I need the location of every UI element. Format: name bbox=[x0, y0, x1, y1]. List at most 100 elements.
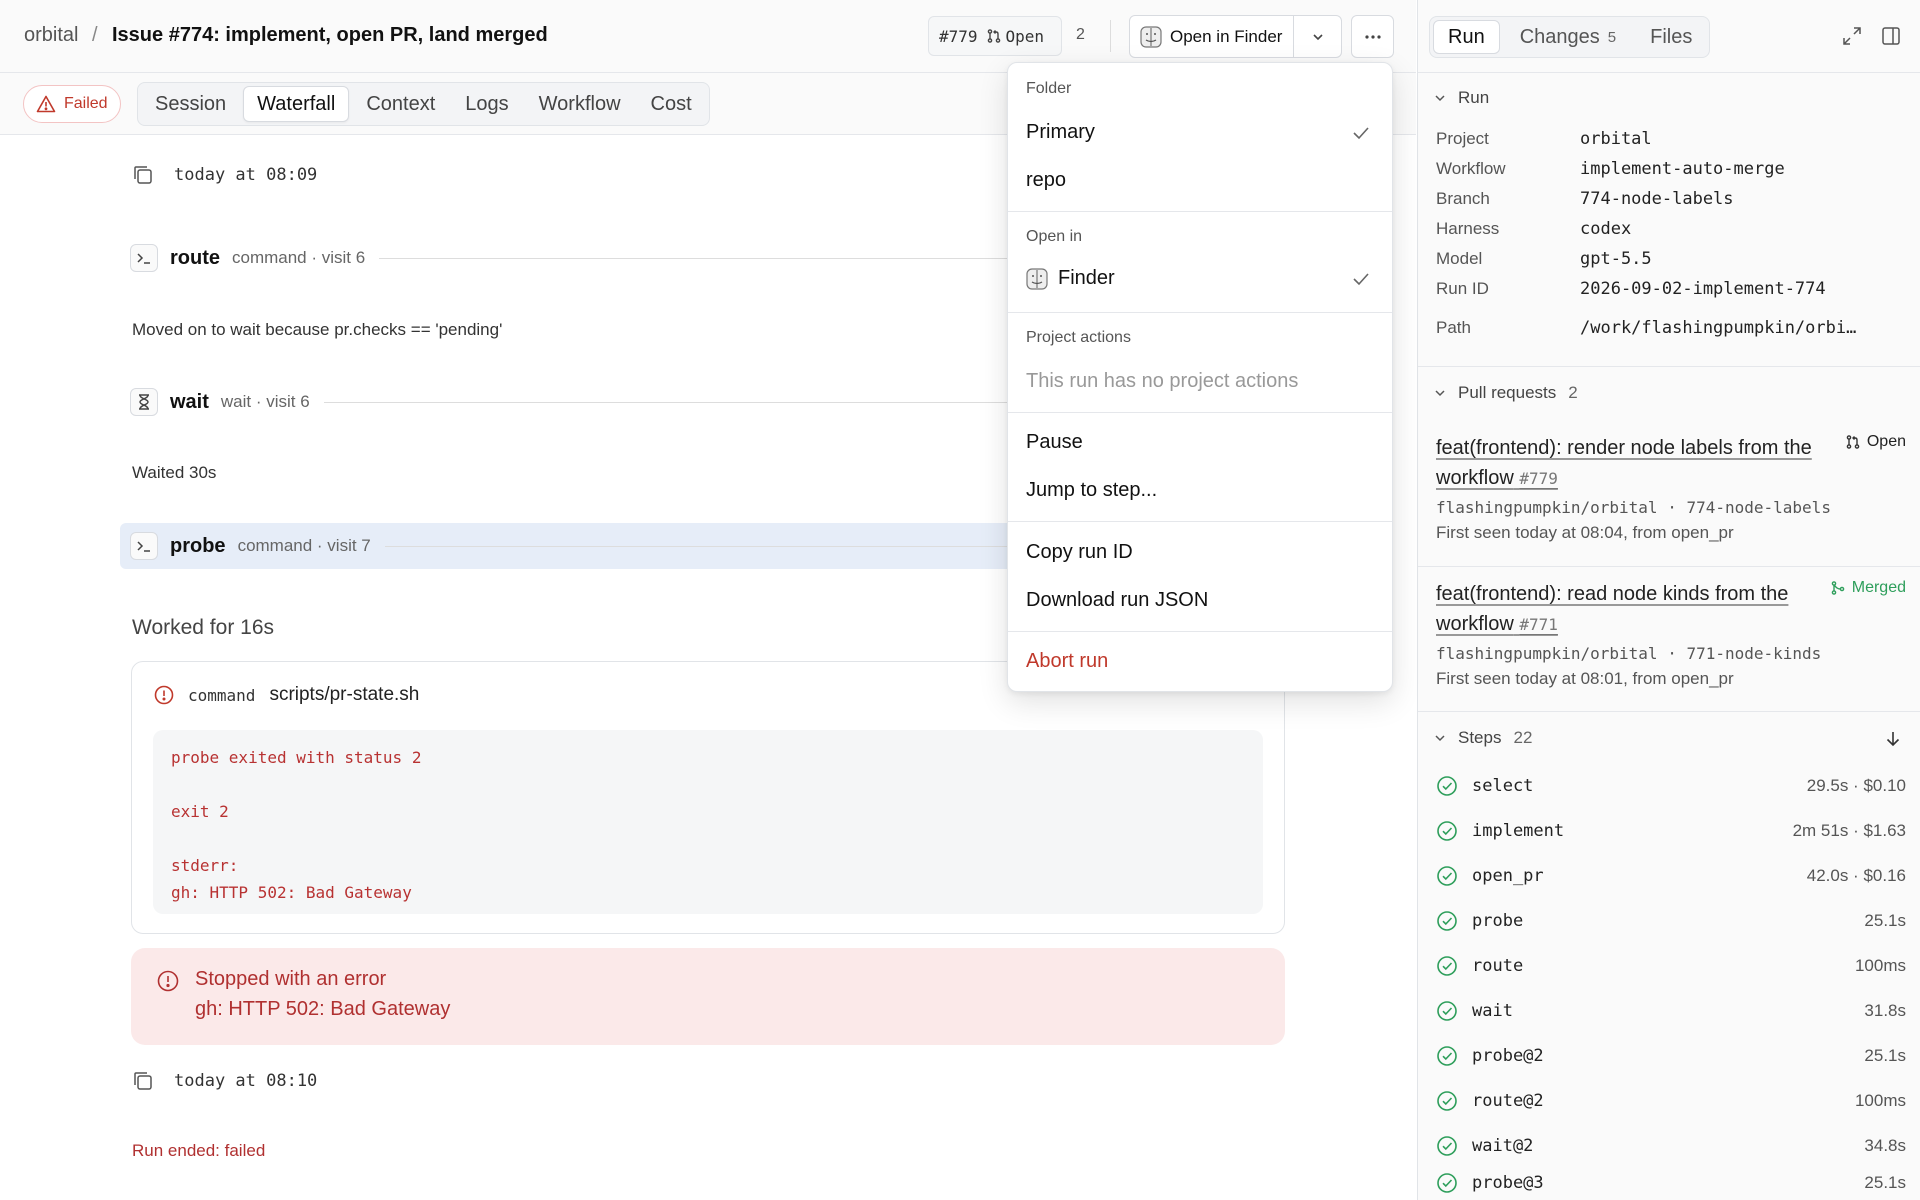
more-actions-button[interactable] bbox=[1351, 15, 1394, 58]
step-row[interactable]: route@2 100ms bbox=[1436, 1086, 1906, 1116]
copy-icon[interactable] bbox=[132, 164, 154, 186]
menu-divider bbox=[1008, 631, 1392, 632]
step-row[interactable]: select 29.5s · $0.10 bbox=[1436, 771, 1906, 801]
terminal-icon bbox=[130, 532, 158, 560]
field-value: codex bbox=[1580, 219, 1632, 239]
node-route[interactable]: route command · visit 6 bbox=[130, 244, 1030, 272]
end-time: today at 08:10 bbox=[174, 1071, 318, 1091]
check-circle-icon bbox=[1436, 1045, 1458, 1067]
step-row[interactable]: probe@3 25.1s bbox=[1436, 1168, 1906, 1198]
menu-item-label: Abort run bbox=[1026, 650, 1109, 672]
copy-icon[interactable] bbox=[132, 1070, 154, 1092]
step-row[interactable]: route 100ms bbox=[1436, 951, 1906, 981]
pr-title-link[interactable]: feat(frontend): read node kinds from the… bbox=[1436, 579, 1816, 640]
step-duration: 42.0s · $0.16 bbox=[1806, 866, 1906, 885]
run-section-header[interactable]: Run bbox=[1434, 88, 1489, 108]
pr-chip[interactable]: #779 Open bbox=[928, 16, 1062, 56]
field-value[interactable]: /work/flashingpumpkin/orbi… bbox=[1580, 318, 1856, 338]
pr-chip-number: #779 bbox=[939, 26, 978, 46]
sidebar-tab-changes[interactable]: Changes 5 bbox=[1506, 20, 1630, 54]
details-sidebar: Run Changes 5 Files Run Project orbital … bbox=[1417, 0, 1920, 1200]
node-note: Moved on to wait because pr.checks == 'p… bbox=[132, 320, 503, 339]
step-name: route bbox=[1472, 956, 1524, 976]
menu-item-label: Copy run ID bbox=[1026, 541, 1133, 563]
tab-cost[interactable]: Cost bbox=[638, 86, 705, 122]
step-duration: 100ms bbox=[1854, 1091, 1906, 1110]
step-row[interactable]: wait@2 34.8s bbox=[1436, 1131, 1906, 1161]
step-row[interactable]: open_pr 42.0s · $0.16 bbox=[1436, 861, 1906, 891]
section-divider bbox=[1418, 711, 1920, 712]
node-probe[interactable]: probe command · visit 7 bbox=[120, 523, 1030, 569]
end-timestamp: today at 08:10 bbox=[132, 1070, 317, 1092]
field-label: Branch bbox=[1436, 189, 1490, 208]
step-row[interactable]: probe 25.1s bbox=[1436, 906, 1906, 936]
open-in-finder-main[interactable]: Open in Finder bbox=[1130, 16, 1294, 57]
divider bbox=[379, 257, 1030, 259]
step-row[interactable]: wait 31.8s bbox=[1436, 996, 1906, 1026]
menu-item-copy-run-id[interactable]: Copy run ID bbox=[1026, 541, 1376, 564]
steps-section-header[interactable]: Steps 22 bbox=[1434, 728, 1532, 748]
alert-circle-icon bbox=[154, 685, 174, 705]
pr-state-open: Open bbox=[1845, 433, 1906, 451]
pr-card: feat(frontend): render node labels from … bbox=[1436, 433, 1906, 543]
sidebar-tab-run[interactable]: Run bbox=[1433, 20, 1500, 54]
field-value: implement-auto-merge bbox=[1580, 159, 1785, 179]
node-note: Waited 30s bbox=[132, 463, 217, 482]
sidebar-tabs: Run Changes 5 Files bbox=[1429, 16, 1711, 58]
menu-item-label: Finder bbox=[1058, 267, 1115, 289]
breadcrumb-project[interactable]: orbital bbox=[24, 24, 78, 47]
chevron-down-icon bbox=[1434, 92, 1446, 104]
menu-group-folder: Folder bbox=[1026, 80, 1072, 97]
toggle-sidebar-icon[interactable] bbox=[1881, 26, 1901, 46]
arrow-down-icon[interactable] bbox=[1884, 730, 1902, 748]
tab-waterfall[interactable]: Waterfall bbox=[243, 86, 350, 122]
step-duration: 31.8s bbox=[1864, 1001, 1906, 1020]
hourglass-icon bbox=[130, 388, 158, 416]
start-timestamp: today at 08:09 bbox=[132, 164, 317, 186]
terminal-icon bbox=[130, 244, 158, 272]
menu-divider bbox=[1008, 211, 1392, 212]
menu-item-finder[interactable]: Finder bbox=[1026, 267, 1376, 290]
check-circle-icon bbox=[1436, 865, 1458, 887]
pull-request-icon bbox=[986, 28, 1002, 44]
merge-icon bbox=[1830, 580, 1846, 596]
sidebar-header: Run Changes 5 Files bbox=[1418, 0, 1920, 73]
check-circle-icon bbox=[1436, 910, 1458, 932]
menu-item-download-run-json[interactable]: Download run JSON bbox=[1026, 589, 1376, 612]
open-in-dropdown-toggle[interactable] bbox=[1294, 16, 1341, 57]
step-name: implement bbox=[1472, 821, 1565, 841]
step-name: probe bbox=[1472, 911, 1524, 931]
menu-item-primary[interactable]: Primary bbox=[1026, 121, 1376, 144]
node-meta: wait · visit 6 bbox=[220, 392, 310, 411]
node-name: probe bbox=[170, 534, 226, 557]
field-value[interactable]: 2026-09-02-implement-774 bbox=[1580, 279, 1826, 299]
error-detail: gh: HTTP 502: Bad Gateway bbox=[195, 998, 451, 1020]
pr-section-header[interactable]: Pull requests 2 bbox=[1434, 383, 1578, 403]
expand-icon[interactable] bbox=[1842, 26, 1862, 46]
tab-context[interactable]: Context bbox=[353, 86, 448, 122]
open-in-finder-button[interactable]: Open in Finder bbox=[1129, 15, 1342, 58]
pr-title-link[interactable]: feat(frontend): render node labels from … bbox=[1436, 433, 1816, 494]
section-title: Steps bbox=[1458, 728, 1502, 747]
page-title: Issue #774: implement, open PR, land mer… bbox=[112, 24, 548, 46]
tab-logs[interactable]: Logs bbox=[452, 86, 521, 122]
node-meta: command · visit 7 bbox=[237, 536, 371, 555]
status-label: Failed bbox=[64, 95, 108, 112]
tab-workflow[interactable]: Workflow bbox=[526, 86, 634, 122]
pr-repo: flashingpumpkin/orbital · 774-node-label… bbox=[1436, 498, 1831, 517]
pr-title: feat(frontend): render node labels from … bbox=[1436, 437, 1812, 489]
section-count: 22 bbox=[1513, 728, 1533, 747]
menu-item-repo[interactable]: repo bbox=[1026, 169, 1376, 192]
menu-item-abort-run[interactable]: Abort run bbox=[1026, 650, 1376, 673]
sidebar-tab-files[interactable]: Files bbox=[1636, 20, 1706, 54]
tab-session[interactable]: Session bbox=[142, 86, 239, 122]
node-wait[interactable]: wait wait · visit 6 bbox=[130, 388, 1030, 416]
field-label: Workflow bbox=[1436, 159, 1506, 178]
menu-divider bbox=[1008, 412, 1392, 413]
menu-item-jump-to-step[interactable]: Jump to step... bbox=[1026, 479, 1376, 502]
step-row[interactable]: implement 2m 51s · $1.63 bbox=[1436, 816, 1906, 846]
sidebar-tab-count: 5 bbox=[1607, 28, 1617, 46]
step-row[interactable]: probe@2 25.1s bbox=[1436, 1041, 1906, 1071]
menu-item-pause[interactable]: Pause bbox=[1026, 431, 1376, 454]
step-duration: 25.1s bbox=[1864, 1173, 1906, 1192]
